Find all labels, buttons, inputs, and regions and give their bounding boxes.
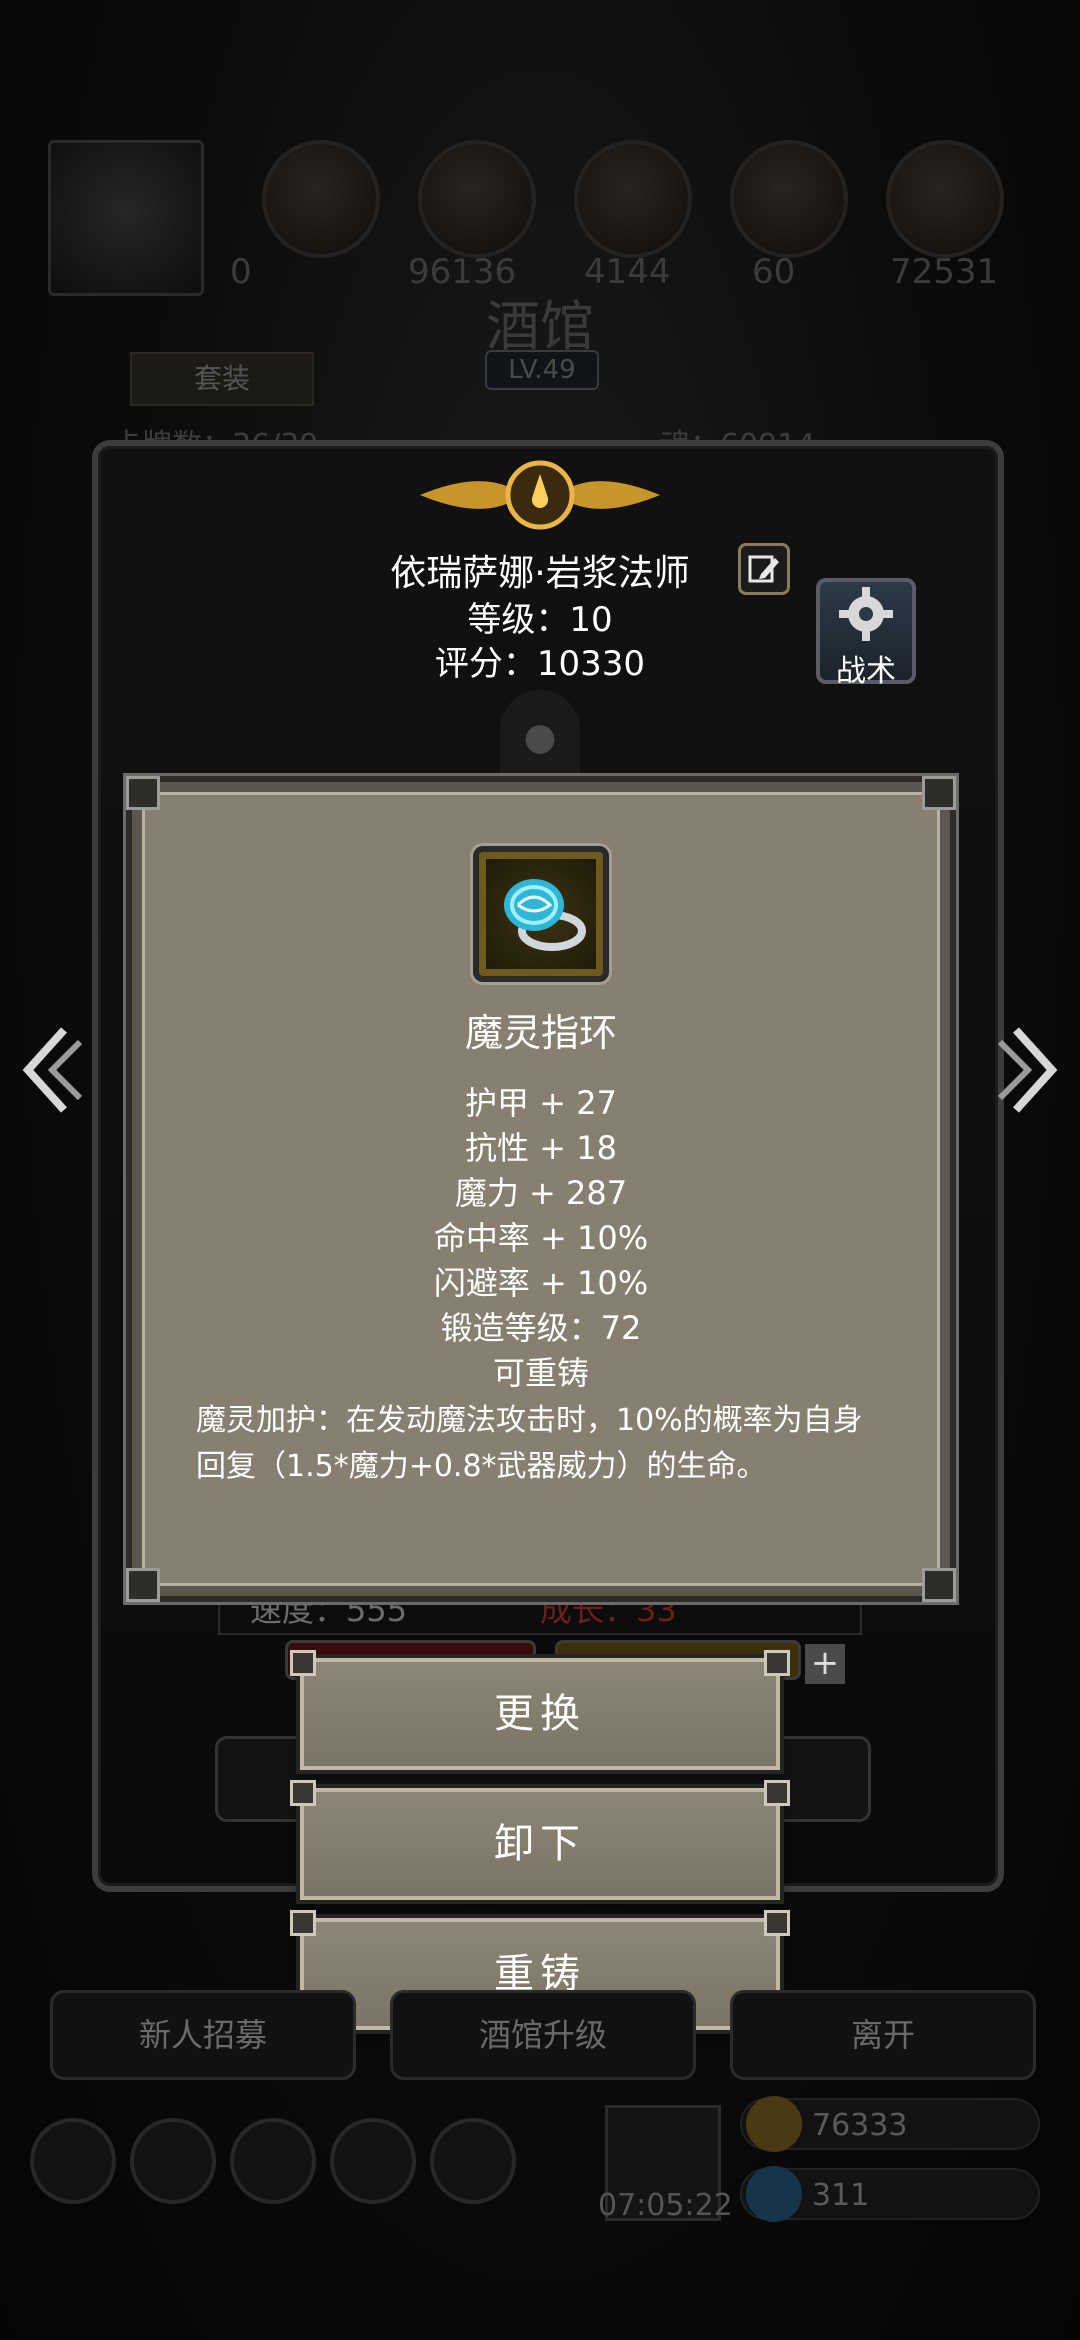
button-corner	[290, 1910, 316, 1936]
button-corner	[764, 1780, 790, 1806]
gem-icon	[746, 2166, 802, 2222]
edit-icon	[748, 555, 779, 583]
menu-round-icon	[30, 2118, 116, 2204]
tooltip-corner	[922, 776, 956, 810]
unequip-button[interactable]: 卸下	[300, 1788, 780, 1900]
tavern-upgrade-button: 酒馆升级	[390, 1990, 696, 2080]
button-corner	[290, 1650, 316, 1676]
tooltip-corner	[126, 776, 160, 810]
button-corner	[290, 1780, 316, 1806]
stone-resource-icon	[574, 140, 692, 258]
tooltip-corner	[922, 1568, 956, 1602]
crystal-resource-icon	[730, 140, 848, 258]
food-resource-icon	[262, 140, 380, 258]
item-icon-bg	[486, 859, 596, 969]
item-description: 魔灵加护：在发动魔法攻击时，10%的概率为自身回复（1.5*魔力+0.8*武器威…	[196, 1403, 863, 1484]
reforgeable-note: 可重铸	[492, 1354, 589, 1392]
character-level: 等级：10	[467, 600, 613, 640]
character-portrait	[500, 690, 580, 780]
button-corner	[764, 1910, 790, 1936]
next-arrow-icon[interactable]	[994, 1020, 1064, 1120]
player-avatar	[48, 140, 204, 296]
leave-button: 离开	[730, 1990, 1036, 2080]
forge-level: 锻造等级：72	[440, 1309, 642, 1347]
gold-coin-icon	[746, 2096, 802, 2152]
rename-button[interactable]	[738, 543, 790, 595]
recruit-button: 新人招募	[50, 1990, 356, 2080]
ring-icon	[504, 879, 586, 951]
item-stat: 抗性 + 18	[465, 1129, 617, 1167]
menu-round-icon	[330, 2118, 416, 2204]
tactics-label: 战术	[836, 654, 896, 689]
add-exp-button[interactable]: +	[805, 1644, 845, 1684]
suit-tab: 套装	[130, 352, 314, 406]
item-name: 魔灵指环	[464, 1011, 617, 1055]
menu-round-icon	[230, 2118, 316, 2204]
wood-resource-icon	[418, 140, 536, 258]
gear-icon	[839, 587, 893, 641]
item-stat: 命中率 + 10%	[433, 1219, 649, 1257]
button-corner	[764, 1650, 790, 1676]
chest-timer: 07:05:22	[598, 2188, 733, 2223]
menu-round-icon	[430, 2118, 516, 2204]
item-stat: 魔力 + 287	[454, 1174, 628, 1212]
rank-emblem-icon	[420, 460, 660, 530]
iron-resource-icon	[886, 140, 1004, 258]
tavern-level: LV.49	[485, 350, 599, 390]
menu-round-icon	[130, 2118, 216, 2204]
item-stat: 护甲 + 27	[465, 1084, 617, 1122]
character-name: 依瑞萨娜·岩浆法师	[390, 553, 690, 594]
previous-arrow-icon[interactable]	[16, 1020, 86, 1120]
replace-button[interactable]: 更换	[300, 1658, 780, 1770]
item-stat: 闪避率 + 10%	[433, 1264, 649, 1302]
character-score: 评分：10330	[434, 644, 646, 684]
tooltip-corner	[126, 1568, 160, 1602]
